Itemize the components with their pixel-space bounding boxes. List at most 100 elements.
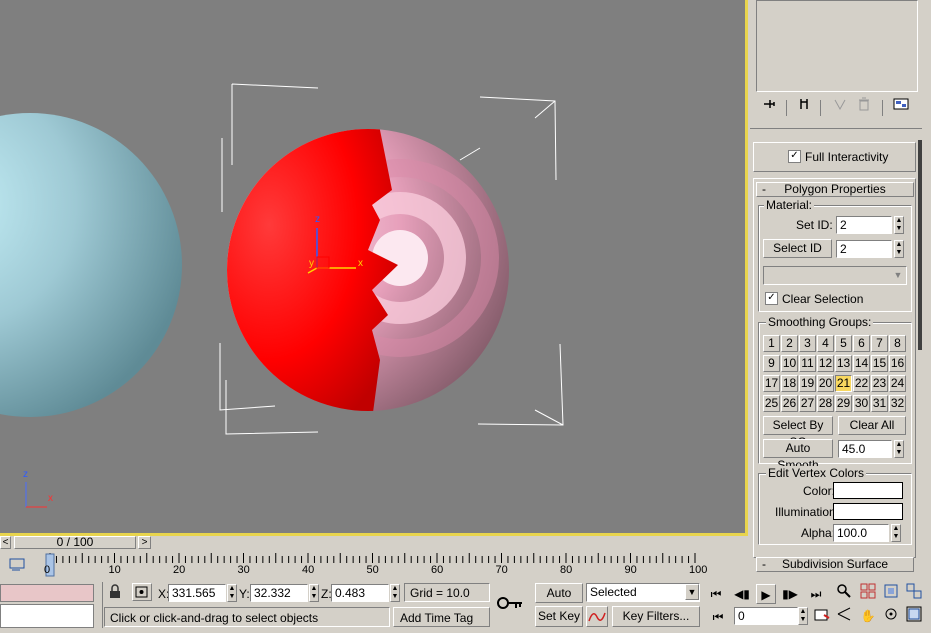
key-set-dropdown[interactable]: Selected ▼ — [586, 583, 700, 602]
absolute-mode-icon[interactable] — [132, 583, 152, 601]
select-id-button[interactable]: Select ID — [763, 239, 832, 258]
select-by-sg-button[interactable]: Select By SG — [763, 416, 833, 449]
time-configuration-icon[interactable] — [812, 607, 832, 627]
key-mode-toggle-icon[interactable]: ⏮ — [708, 607, 728, 627]
auto-key-button[interactable]: Auto Key — [535, 583, 583, 618]
remove-modifier-icon[interactable] — [854, 97, 874, 117]
smoothing-group-4-button[interactable]: 4 — [817, 335, 834, 352]
selection-lock-icon[interactable] — [106, 584, 124, 602]
smoothing-group-8-button[interactable]: 8 — [889, 335, 906, 352]
set-key-curve-icon[interactable] — [586, 606, 608, 627]
set-key-button[interactable]: Set Key — [535, 606, 583, 627]
smoothing-group-15-button[interactable]: 15 — [871, 355, 888, 372]
chevron-down-icon[interactable]: ▼ — [685, 584, 699, 600]
smoothing-group-18-button[interactable]: 18 — [781, 375, 798, 392]
zoom-icon[interactable] — [834, 583, 854, 603]
alpha-field[interactable]: 100.0 — [833, 524, 889, 542]
y-coord-spinner[interactable]: ▲ ▼ — [309, 584, 319, 602]
x-coord-field[interactable]: 331.565 — [168, 584, 226, 602]
smoothing-group-24-button[interactable]: 24 — [889, 375, 906, 392]
select-id-field[interactable]: 2 — [836, 240, 892, 258]
mini-curve-editor-icon[interactable] — [8, 556, 28, 572]
auto-smooth-spinner[interactable]: ▲ ▼ — [894, 440, 904, 458]
smoothing-group-23-button[interactable]: 23 — [871, 375, 888, 392]
maxscript-input[interactable] — [0, 604, 94, 628]
smoothing-group-6-button[interactable]: 6 — [853, 335, 870, 352]
smoothing-group-2-button[interactable]: 2 — [781, 335, 798, 352]
smoothing-group-28-button[interactable]: 28 — [817, 395, 834, 412]
smoothing-group-3-button[interactable]: 3 — [799, 335, 816, 352]
polygon-properties-header[interactable]: - Polygon Properties — [756, 182, 914, 197]
add-time-tag-button[interactable]: Add Time Tag — [393, 607, 490, 627]
next-frame-icon[interactable]: > — [138, 536, 151, 549]
next-key-icon[interactable]: ▮▶ — [780, 584, 800, 604]
alpha-spinner[interactable]: ▲ ▼ — [891, 524, 901, 542]
auto-smooth-threshold[interactable]: 45.0 — [838, 440, 892, 458]
full-interactivity-checkbox[interactable]: ✓ — [788, 150, 801, 163]
pin-stack-icon[interactable] — [760, 97, 780, 117]
smoothing-group-26-button[interactable]: 26 — [781, 395, 798, 412]
z-coord-field[interactable]: 0.483 — [331, 584, 389, 602]
smoothing-group-7-button[interactable]: 7 — [871, 335, 888, 352]
smoothing-group-13-button[interactable]: 13 — [835, 355, 852, 372]
play-icon[interactable]: ▶ — [756, 584, 776, 604]
show-end-result-icon[interactable] — [794, 97, 814, 117]
zoom-all-icon[interactable] — [858, 583, 878, 603]
maximize-viewport-icon[interactable] — [904, 606, 924, 626]
smoothing-group-12-button[interactable]: 12 — [817, 355, 834, 372]
illumination-swatch[interactable] — [833, 503, 903, 520]
smoothing-group-22-button[interactable]: 22 — [853, 375, 870, 392]
zoom-extents-icon[interactable] — [881, 583, 901, 603]
prev-frame-icon[interactable]: < — [0, 536, 11, 549]
smoothing-group-1-button[interactable]: 1 — [763, 335, 780, 352]
key-filters-button[interactable]: Key Filters... — [612, 606, 700, 627]
smoothing-group-20-button[interactable]: 20 — [817, 375, 834, 392]
smoothing-group-27-button[interactable]: 27 — [799, 395, 816, 412]
track-bar[interactable]: 0 10 20 30 40 50 60 70 80 90 100 — [0, 551, 748, 578]
z-coord-spinner[interactable]: ▲ ▼ — [390, 584, 400, 602]
current-frame-field[interactable]: 0 — [734, 607, 798, 625]
smoothing-group-29-button[interactable]: 29 — [835, 395, 852, 412]
smoothing-group-9-button[interactable]: 9 — [763, 355, 780, 372]
panel-scrollbar[interactable] — [918, 140, 922, 350]
zoom-extents-all-icon[interactable] — [904, 583, 924, 603]
smoothing-group-31-button[interactable]: 31 — [871, 395, 888, 412]
go-to-end-icon[interactable]: ⏭ — [806, 584, 826, 604]
smoothing-group-32-button[interactable]: 32 — [889, 395, 906, 412]
set-id-field[interactable]: 2 — [836, 216, 892, 234]
smoothing-group-10-button[interactable]: 10 — [781, 355, 798, 372]
subdivision-surface-header[interactable]: - Subdivision Surface — [756, 557, 914, 572]
material-name-dropdown[interactable]: ▼ — [763, 266, 907, 285]
modifier-stack-list[interactable] — [756, 0, 918, 92]
current-frame-spinner[interactable]: ▲ ▼ — [798, 607, 808, 625]
smoothing-group-21-button[interactable]: 21 — [835, 375, 852, 392]
smoothing-group-30-button[interactable]: 30 — [853, 395, 870, 412]
smoothing-group-17-button[interactable]: 17 — [763, 375, 780, 392]
configure-sets-icon[interactable] — [891, 97, 911, 117]
field-of-view-icon[interactable] — [834, 606, 854, 626]
x-coord-spinner[interactable]: ▲ ▼ — [227, 584, 237, 602]
color-swatch[interactable] — [833, 482, 903, 499]
make-unique-icon[interactable] — [830, 97, 850, 117]
clear-all-button[interactable]: Clear All — [838, 416, 906, 435]
auto-smooth-button[interactable]: Auto Smooth — [763, 439, 833, 472]
maxscript-listener-mini[interactable] — [0, 584, 94, 602]
arc-rotate-icon[interactable] — [881, 606, 901, 626]
smoothing-group-16-button[interactable]: 16 — [889, 355, 906, 372]
key-mode-icon[interactable] — [494, 590, 526, 616]
pan-hand-icon[interactable]: ✋ — [858, 606, 878, 626]
smoothing-group-19-button[interactable]: 19 — [799, 375, 816, 392]
perspective-viewport[interactable]: z x y z x — [0, 0, 748, 536]
smoothing-group-5-button[interactable]: 5 — [835, 335, 852, 352]
smoothing-group-25-button[interactable]: 25 — [763, 395, 780, 412]
clear-selection-checkbox[interactable]: ✓ — [765, 292, 778, 305]
time-slider-track[interactable]: < 0 / 100 > — [0, 536, 748, 550]
smoothing-group-14-button[interactable]: 14 — [853, 355, 870, 372]
set-id-spinner[interactable]: ▲ ▼ — [894, 216, 904, 234]
previous-key-icon[interactable]: ◀▮ — [732, 584, 752, 604]
select-id-spinner[interactable]: ▲ ▼ — [894, 240, 904, 258]
smoothing-group-11-button[interactable]: 11 — [799, 355, 816, 372]
time-slider-thumb[interactable]: 0 / 100 — [14, 536, 136, 549]
y-coord-field[interactable]: 32.332 — [250, 584, 308, 602]
go-to-start-icon[interactable]: ⏮ — [706, 584, 726, 604]
